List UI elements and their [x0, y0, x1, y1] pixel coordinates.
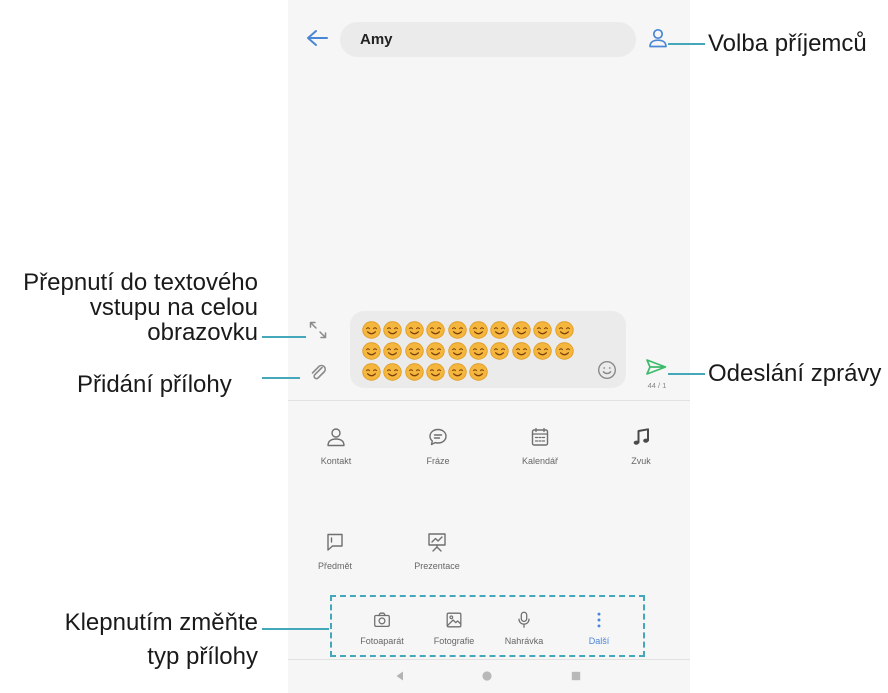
paperclip-icon[interactable]: [308, 362, 328, 382]
subject-icon: [327, 533, 343, 551]
tab-label: Fotoaparát: [360, 636, 404, 646]
smiling-face-emoji: [490, 342, 510, 360]
calendar-icon: [531, 427, 549, 446]
callout-line-attachment-type: [262, 628, 329, 630]
callout-line-recipient: [668, 43, 705, 45]
attach-option-label: Prezentace: [414, 561, 460, 571]
smiling-face-emoji: [362, 342, 381, 360]
smiling-face-emoji: [383, 321, 403, 339]
smiling-face-emoji: [426, 342, 445, 360]
smiling-face-emoji: [362, 321, 381, 339]
message-input[interactable]: [350, 311, 626, 388]
callout-recipient: Volba příjemců: [708, 30, 867, 57]
send-icon[interactable]: [645, 358, 667, 376]
attach-option-subject[interactable]: Předmět: [295, 531, 375, 572]
contact-icon: [327, 428, 345, 447]
phone-screen: Amy 44 / 1 Kontakt Fráze Kalendář Zvuk P…: [288, 0, 690, 693]
character-counter: 44 / 1: [647, 381, 667, 390]
smiling-face-emoji: [447, 321, 467, 339]
attach-option-label: Předmět: [317, 561, 352, 571]
recipient-field[interactable]: Amy: [340, 22, 636, 57]
nav-home-icon[interactable]: [481, 670, 493, 682]
callout-attachment-type-line: Klepnutím změňte: [64, 609, 258, 636]
attach-option-label: Fráze: [426, 456, 450, 466]
tab-label: Fotografie: [433, 636, 475, 646]
microphone-icon: [518, 611, 530, 628]
smiling-face-emoji: [469, 321, 488, 339]
attach-option-label: Kontakt: [320, 456, 352, 466]
callout-fullscreen-line: vstupu na celou: [89, 294, 258, 321]
attach-option-label: Zvuk: [631, 456, 651, 466]
tab-label: Další: [588, 636, 610, 646]
recipient-name: Amy: [360, 31, 393, 48]
tab-recording[interactable]: Nahrávka: [494, 610, 554, 647]
callout-line-send: [668, 373, 705, 375]
smiling-face-emoji: [405, 342, 424, 360]
callout-line-attachment: [262, 377, 300, 379]
attachment-type-tabbar: Fotoaparát Fotografie Nahrávka Další: [330, 595, 645, 657]
smiley-icon[interactable]: [597, 360, 617, 380]
smiling-face-emoji: [469, 342, 488, 360]
smiling-face-emoji: [426, 363, 445, 381]
callout-line-fullscreen: [262, 336, 306, 338]
smiling-face-emoji: [554, 321, 574, 339]
smiling-face-emoji: [512, 342, 531, 360]
smiling-face-emoji: [533, 321, 552, 339]
presentation-icon: [428, 533, 446, 552]
smiling-face-emoji: [554, 342, 574, 360]
composer-divider: [288, 400, 690, 401]
callout-attachment-type: Klepnutím změňte typ přílohy: [0, 606, 258, 674]
expand-icon[interactable]: [308, 320, 328, 340]
smiling-face-emoji: [405, 363, 424, 381]
more-icon: [597, 612, 601, 628]
callout-attachment: Přidání přílohy: [77, 371, 232, 398]
smiling-face-emoji: [362, 363, 381, 381]
person-icon[interactable]: [647, 27, 669, 49]
smiling-face-emoji: [533, 342, 552, 360]
smiling-face-emoji: [512, 321, 531, 339]
attach-option-sound[interactable]: Zvuk: [601, 426, 681, 467]
message-emoji-grid: [362, 321, 574, 381]
back-arrow-icon[interactable]: [306, 29, 328, 47]
callout-fullscreen-line: Přepnutí do textového: [23, 269, 258, 296]
attach-option-presentation[interactable]: Prezentace: [397, 531, 477, 572]
tab-more[interactable]: Další: [569, 610, 629, 647]
camera-icon: [374, 612, 390, 627]
tab-photos[interactable]: Fotografie: [424, 610, 484, 647]
music-note-icon: [633, 428, 649, 445]
attach-option-calendar[interactable]: Kalendář: [500, 426, 580, 467]
navbar-divider: [288, 659, 690, 660]
attach-option-contact[interactable]: Kontakt: [296, 426, 376, 467]
image-icon: [446, 612, 462, 628]
smiling-face-emoji: [447, 363, 467, 381]
callout-send: Odeslání zprávy: [708, 360, 882, 387]
callout-attachment-type-line: typ přílohy: [147, 643, 258, 670]
callout-fullscreen: Přepnutí do textového vstupu na celou ob…: [0, 270, 258, 345]
attach-option-label: Kalendář: [521, 456, 559, 466]
smiling-face-emoji: [447, 342, 467, 360]
callout-fullscreen-line: obrazovku: [147, 319, 258, 346]
nav-back-icon[interactable]: [394, 670, 406, 682]
tab-camera[interactable]: Fotoaparát: [352, 610, 412, 647]
smiling-face-emoji: [426, 321, 445, 339]
smiling-face-emoji: [383, 363, 403, 381]
attach-option-phrase[interactable]: Fráze: [398, 426, 478, 467]
nav-recents-icon[interactable]: [570, 670, 582, 682]
smiling-face-emoji: [383, 342, 403, 360]
phrase-bubble-icon: [429, 428, 447, 446]
smiling-face-emoji: [469, 363, 488, 381]
smiling-face-emoji: [405, 321, 424, 339]
smiling-face-emoji: [490, 321, 510, 339]
tab-label: Nahrávka: [504, 636, 544, 646]
